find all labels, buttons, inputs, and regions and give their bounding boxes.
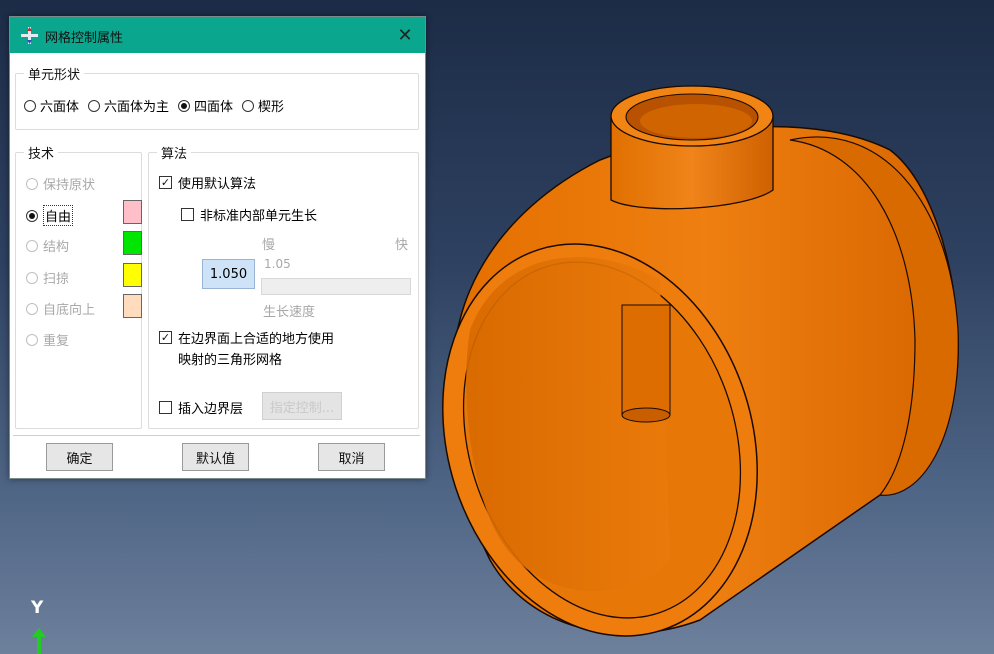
growth-slider-value: 1.05 [264,257,291,271]
fast-label: 快 [395,238,409,253]
ok-button[interactable]: 确定 [46,443,113,471]
nonstandard-growth-label: 非标准内部单元生长 [200,209,318,224]
dialog-titlebar[interactable]: 网格控制属性 ✕ [10,17,425,53]
mapped-tri-mesh-checkbox[interactable]: ✓ 在边界面上合适的地方使用 映射的三角形网格 [159,329,334,371]
element-shape-options: 六面体 六面体为主 四面体 楔形 [24,96,284,115]
technique-repeat-label: 重复 [43,334,70,349]
technique-free-label: 自由 [43,205,74,226]
slow-label: 慢 [262,238,276,253]
insert-boundary-layer-label: 插入边界层 [178,402,244,417]
technique-bottom-up-radio[interactable]: 自底向上 [26,299,95,318]
shape-wedge-label: 楔形 [258,100,285,115]
shape-hex-radio[interactable]: 六面体 [24,96,79,115]
specify-controls-button[interactable]: 指定控制... [262,392,342,420]
use-default-algorithm-label: 使用默认算法 [178,177,257,192]
shape-wedge-radio[interactable]: 楔形 [242,96,284,115]
radio-indicator [24,99,36,112]
defaults-button[interactable]: 默认值 [182,443,249,471]
y-axis-label: Y [31,598,44,618]
mapped-tri-mesh-label: 在边界面上合适的地方使用 映射的三角形网格 [178,329,334,371]
radio-indicator [242,99,255,112]
mesh-controls-dialog: 网格控制属性 ✕ 单元形状 六面体 六面体为主 四面体 楔形 技术 保持原状 自… [9,16,426,479]
radio-indicator [26,333,38,346]
algorithm-legend: 算法 [161,147,188,162]
element-shape-legend: 单元形状 [28,68,81,83]
growth-rate-slider[interactable] [261,278,411,295]
growth-rate-label: 生长速度 [263,305,316,320]
use-default-algorithm-checkbox[interactable]: ✓ 使用默认算法 [159,173,256,192]
mapped-label-line1: 在边界面上合适的地方使用 [178,332,335,347]
technique-structured-label: 结构 [43,240,70,255]
radio-indicator [26,177,38,190]
sweep-color-swatch[interactable] [123,263,142,287]
technique-as-is-radio[interactable]: 保持原状 [26,174,95,193]
technique-as-is-label: 保持原状 [43,178,96,193]
radio-indicator [26,302,38,315]
checkbox-icon [159,401,172,414]
bottom-up-color-swatch[interactable] [123,294,142,318]
free-color-swatch[interactable] [123,200,142,224]
technique-repeat-radio[interactable]: 重复 [26,330,69,349]
technique-structured-radio[interactable]: 结构 [26,236,69,255]
mesh-app-icon [21,27,38,44]
shape-hex-dominated-label: 六面体为主 [104,100,170,115]
checkbox-checked-icon: ✓ [159,331,172,344]
radio-indicator [88,99,101,112]
growth-rate-input[interactable]: 1.050 [202,259,255,289]
nonstandard-growth-checkbox[interactable]: 非标准内部单元生长 [181,205,317,224]
mapped-label-line2: 映射的三角形网格 [178,353,283,368]
shape-hex-dominated-radio[interactable]: 六面体为主 [88,96,169,115]
technique-free-radio[interactable]: 自由 [26,205,74,226]
cancel-button[interactable]: 取消 [318,443,385,471]
close-button[interactable]: ✕ [391,21,419,49]
radio-indicator [26,239,38,252]
technique-sweep-label: 扫掠 [43,272,70,287]
technique-sweep-radio[interactable]: 扫掠 [26,268,69,287]
close-icon: ✕ [397,24,413,46]
checkbox-icon [181,208,194,221]
radio-indicator-selected [178,99,191,112]
button-separator [13,435,420,436]
radio-indicator-selected [26,209,38,222]
y-axis-arrow-icon [32,628,46,654]
dialog-title: 网格控制属性 [45,31,124,46]
technique-legend: 技术 [28,147,55,162]
shape-tet-radio[interactable]: 四面体 [178,96,233,115]
shape-hex-label: 六面体 [40,100,80,115]
technique-bottom-up-label: 自底向上 [43,303,96,318]
checkbox-checked-icon: ✓ [159,176,172,189]
shape-tet-label: 四面体 [194,100,234,115]
structured-color-swatch[interactable] [123,231,142,255]
insert-boundary-layer-checkbox[interactable]: 插入边界层 [159,398,243,417]
radio-indicator [26,271,38,284]
